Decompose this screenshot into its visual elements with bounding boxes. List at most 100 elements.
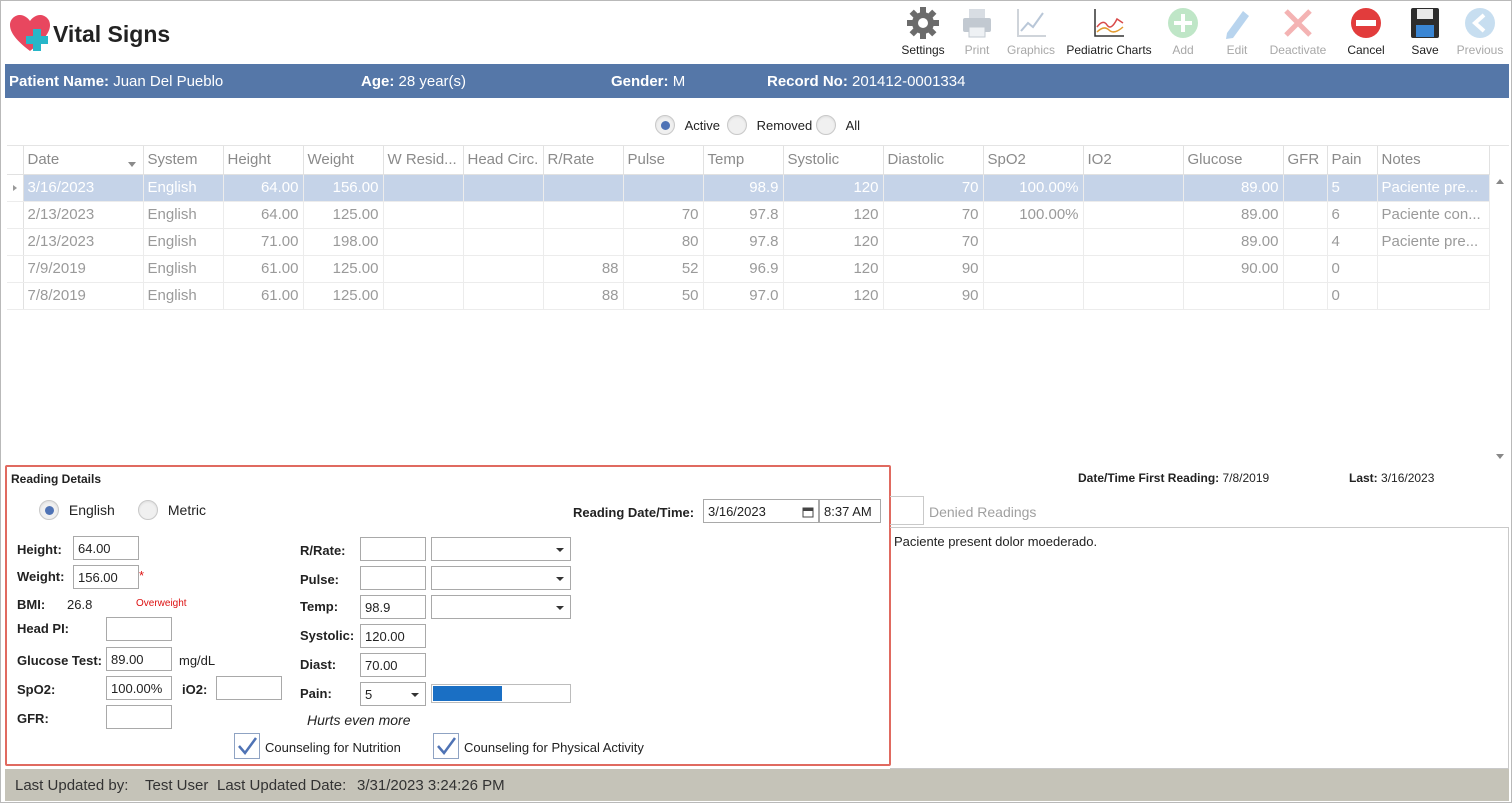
radio-all-indicator (816, 115, 836, 135)
table-row[interactable]: 7/8/2019 English 61.00 125.00 88 50 97.0 120 90 0 (7, 282, 1490, 310)
table-cell: 100.00% (983, 174, 1084, 202)
column-header[interactable]: Diastolic (883, 146, 984, 175)
column-header[interactable]: Head Circ. (463, 146, 544, 175)
table-cell: 61.00 (223, 255, 304, 283)
calendar-icon[interactable] (802, 506, 814, 518)
first-reading: Date/Time First Reading: 7/8/2019 (1078, 471, 1269, 485)
checkmark-icon (238, 737, 258, 756)
temp-label: Temp: (300, 599, 339, 614)
english-label: English (68, 502, 115, 518)
filter-removed-radio[interactable]: Removed (727, 115, 812, 135)
table-cell (463, 228, 544, 256)
table-row[interactable]: 2/13/2023 English 64.00 125.00 70 97.8 120 70 10… (7, 201, 1490, 229)
table-cell: 97.8 (703, 228, 784, 256)
column-header[interactable]: Temp (703, 146, 784, 175)
counsel-activity-checkbox[interactable] (433, 733, 459, 759)
counsel-nutrition-checkbox[interactable] (234, 733, 260, 759)
column-header[interactable]: R/Rate (543, 146, 624, 175)
patient-record-label: Record No: (767, 73, 848, 90)
reading-time-field[interactable]: 8:37 AM (819, 499, 881, 523)
table-cell: 71.00 (223, 228, 304, 256)
denied-readings-checkbox[interactable] (890, 496, 924, 525)
table-cell: 100.00% (983, 201, 1084, 229)
reading-date-field[interactable]: 3/16/2023 (703, 499, 819, 523)
column-header[interactable]: GFR (1283, 146, 1328, 175)
column-header[interactable]: W Resid... (383, 146, 464, 175)
rrate-input[interactable] (360, 537, 426, 561)
column-header[interactable]: Systolic (783, 146, 884, 175)
temp-dropdown[interactable] (431, 595, 571, 619)
column-header[interactable]: Pain (1327, 146, 1378, 175)
header: Vital Signs Settings Print Graphics Pedi… (1, 1, 1512, 63)
column-header[interactable]: Notes (1377, 146, 1490, 175)
spo2-input[interactable]: 100.00% (106, 676, 172, 700)
table-cell: 64.00 (223, 174, 304, 202)
gfr-input[interactable] (106, 705, 172, 729)
reading-date-value: 3/16/2023 (708, 504, 766, 519)
systolic-input[interactable]: 120.00 (360, 624, 426, 648)
save-button[interactable]: Save (1403, 5, 1447, 61)
glucose-label: Glucose Test: (17, 653, 103, 668)
weight-input[interactable]: 156.00 (73, 565, 139, 589)
chevron-down-icon (411, 693, 419, 697)
table-cell (1083, 174, 1184, 202)
table-cell: English (143, 282, 224, 310)
cancel-button[interactable]: Cancel (1343, 5, 1389, 61)
arrow-left-circle-icon (1465, 8, 1495, 38)
table-row[interactable]: 3/16/2023 English 64.00 156.00 98.9 120 70 100.… (7, 174, 1490, 202)
table-cell: 52 (623, 255, 704, 283)
deactivate-label: Deactivate (1269, 43, 1327, 57)
metric-label: Metric (167, 502, 207, 518)
bmi-status: Overweight (136, 598, 187, 609)
column-header[interactable]: Height (223, 146, 304, 175)
column-header[interactable]: Date (23, 146, 144, 175)
notes-textarea[interactable]: Paciente present dolor moederado. (890, 527, 1509, 769)
table-row[interactable]: 7/9/2019 English 61.00 125.00 88 52 96.9 120 90 9… (7, 255, 1490, 283)
previous-button[interactable]: Previous (1455, 5, 1505, 61)
grid-scrollbar[interactable] (1493, 174, 1507, 464)
diast-input[interactable]: 70.00 (360, 653, 426, 677)
io2-input[interactable] (216, 676, 282, 700)
column-header[interactable]: Weight (303, 146, 384, 175)
head-pi-input[interactable] (106, 617, 172, 641)
height-input[interactable]: 64.00 (73, 536, 139, 560)
temp-input[interactable]: 98.9 (360, 595, 426, 619)
patient-age-label: Age: (361, 73, 395, 90)
table-cell: 5 (1327, 174, 1378, 202)
table-cell: 0 (1327, 282, 1378, 310)
table-cell: 88 (543, 282, 624, 310)
rrate-dropdown[interactable] (431, 537, 571, 561)
filter-active-radio[interactable]: Active (655, 115, 720, 135)
table-row[interactable]: 2/13/2023 English 71.00 198.00 80 97.8 120 70 89… (7, 228, 1490, 256)
edit-button[interactable]: Edit (1217, 5, 1257, 61)
table-cell: 120 (783, 228, 884, 256)
add-button[interactable]: Add (1163, 5, 1203, 61)
pulse-input[interactable] (360, 566, 426, 590)
cancel-icon (1351, 8, 1381, 38)
column-header[interactable]: Pulse (623, 146, 704, 175)
pediatric-charts-button[interactable]: Pediatric Charts (1065, 5, 1153, 61)
metric-radio[interactable]: Metric (138, 500, 206, 520)
filter-removed-label: Removed (756, 117, 813, 133)
english-radio-indicator (39, 500, 59, 520)
english-radio[interactable]: English (39, 500, 115, 520)
graphics-button[interactable]: Graphics (1007, 5, 1055, 61)
save-label: Save (1411, 43, 1439, 57)
row-indicator (7, 201, 24, 229)
column-header[interactable]: IO2 (1083, 146, 1184, 175)
deactivate-button[interactable]: Deactivate (1267, 5, 1329, 61)
table-cell (1083, 201, 1184, 229)
table-cell (1183, 282, 1284, 310)
glucose-input[interactable]: 89.00 (106, 647, 172, 671)
print-button[interactable]: Print (955, 5, 999, 61)
pain-dropdown[interactable]: 5 (360, 682, 426, 706)
column-header[interactable]: SpO2 (983, 146, 1084, 175)
table-cell: 89.00 (1183, 174, 1284, 202)
settings-button[interactable]: Settings (899, 5, 947, 61)
filter-all-radio[interactable]: All (816, 115, 860, 135)
pulse-dropdown[interactable] (431, 566, 571, 590)
column-header[interactable]: System (143, 146, 224, 175)
patient-gender-label: Gender: (611, 73, 669, 90)
column-header[interactable]: Glucose (1183, 146, 1284, 175)
gear-icon (907, 7, 939, 39)
